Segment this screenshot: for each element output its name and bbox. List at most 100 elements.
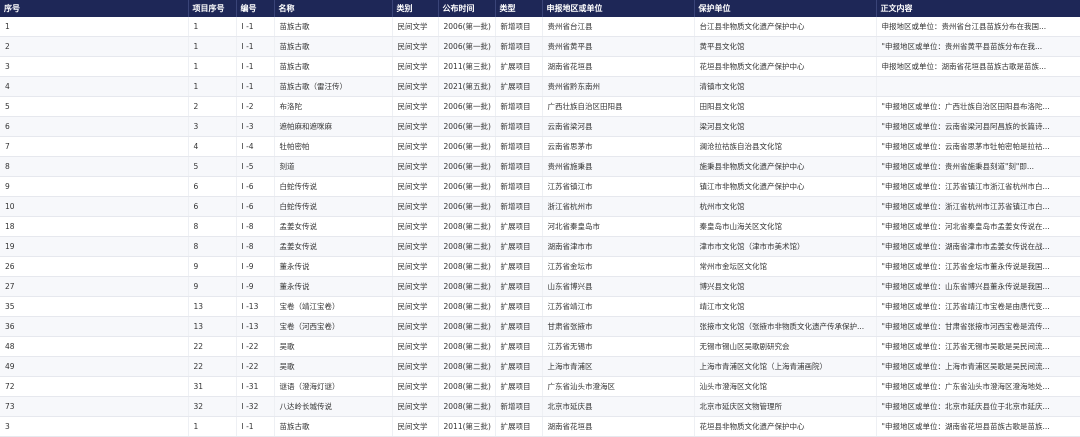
cell-category: 民间文学 bbox=[392, 136, 439, 157]
cell-protection-unit: 田阳县文化馆 bbox=[694, 96, 877, 117]
cell-index: 8 bbox=[0, 156, 189, 177]
cell-region: 江苏省无锡市 bbox=[542, 336, 695, 357]
cell-name: 白蛇传传说 bbox=[274, 176, 393, 197]
cell-protection-unit: 上海市青浦区文化馆（上海青浦画院） bbox=[694, 356, 877, 377]
cell-code: I -6 bbox=[236, 196, 275, 217]
table-row[interactable]: 11I -1 苗族古歌 民间文学 2006(第一批) 新增项目 贵州省台江县 台江县非物质文… bbox=[0, 17, 1080, 37]
cell-type: 扩展项目 bbox=[495, 276, 543, 297]
cell-region: 山东省博兴县 bbox=[542, 276, 695, 297]
cell-protection-unit: 无锡市锡山区吴歌剧研究会 bbox=[694, 336, 877, 357]
table-row[interactable]: 35 13 I -13 宝卷（靖江宝卷） 民间文学 2008(第二批) 扩展项目 江苏省靖江市… bbox=[0, 296, 1080, 317]
table-row[interactable]: 74I -4 牡帕密帕 民间文学 2006(第一批) 新增项目 云南省思茅市 澜沧拉祜族自治… bbox=[0, 136, 1080, 157]
header-col-publish-time[interactable]: 公布时间 bbox=[438, 0, 496, 17]
header-col-region[interactable]: 申报地区或单位 bbox=[542, 0, 695, 17]
cell-publish-time: 2008(第二批) bbox=[438, 216, 496, 237]
table-row[interactable]: 72 31 I -31 谜语（澄海灯谜） 民间文学 2008(第二批) 扩展项目 广东省汕头市… bbox=[0, 376, 1080, 397]
cell-index: 1 bbox=[0, 17, 189, 37]
cell-name: 孟姜女传说 bbox=[274, 216, 393, 237]
cell-name: 苗族古歌（雷汪传） bbox=[274, 76, 393, 97]
cell-content: "申报地区或单位：浙江省杭州市江苏省镇江市白... bbox=[876, 196, 1080, 217]
cell-publish-time: 2021(第五批) bbox=[438, 76, 496, 97]
header-col-category[interactable]: 类别 bbox=[392, 0, 439, 17]
table-row[interactable]: 48 22 I -22 吴歌 民间文学 2008(第二批) 扩展项目 江苏省无锡市 无锡市锡山区… bbox=[0, 336, 1080, 357]
cell-item-index: 9 bbox=[188, 276, 237, 297]
cell-item-index: 22 bbox=[188, 356, 237, 377]
cell-item-index: 4 bbox=[188, 136, 237, 157]
cell-item-index: 22 bbox=[188, 336, 237, 357]
table-row[interactable]: 19 8 I -8 孟姜女传说 民间文学 2008(第二批) 扩展项目 湖南省津市市 津市市文化… bbox=[0, 236, 1080, 257]
cell-region: 贵州省施秉县 bbox=[542, 156, 695, 177]
header-col-code[interactable]: 编号 bbox=[236, 0, 275, 17]
cell-name: 牡帕密帕 bbox=[274, 136, 393, 157]
cell-type: 扩展项目 bbox=[495, 236, 543, 257]
cell-region: 湖南省花垣县 bbox=[542, 56, 695, 77]
header-col-index[interactable]: 序号 bbox=[0, 0, 189, 17]
header-col-item-index[interactable]: 项目序号 bbox=[188, 0, 237, 17]
cell-index: 48 bbox=[0, 336, 189, 357]
table-row[interactable]: 63I -3 遮帕麻和遮咪麻 民间文学 2006(第一批) 新增项目 云南省梁河县 梁河县文… bbox=[0, 116, 1080, 137]
header-col-name[interactable]: 名称 bbox=[274, 0, 393, 17]
cell-protection-unit: 北京市延庆区文物管理所 bbox=[694, 396, 877, 417]
cell-type: 新增项目 bbox=[495, 96, 543, 117]
cell-name: 吴歌 bbox=[274, 336, 393, 357]
cell-type: 新增项目 bbox=[495, 196, 543, 217]
cell-item-index: 8 bbox=[188, 236, 237, 257]
cell-name: 孟姜女传说 bbox=[274, 236, 393, 257]
table-row[interactable]: 31I -1 苗族古歌 民间文学 2011(第三批) 扩展项目 湖南省花垣县 花垣县非物质文… bbox=[0, 56, 1080, 77]
table-row[interactable]: 36 13 I -13 宝卷（河西宝卷） 民间文学 2008(第二批) 扩展项目 甘肃省张掖市… bbox=[0, 316, 1080, 337]
table-row[interactable]: 52I -2 布洛陀 民间文学 2006(第一批) 新增项目 广西壮族自治区田阳县 田阳县文… bbox=[0, 96, 1080, 117]
cell-content: "申报地区或单位：甘肃省张掖市河西宝卷是流传... bbox=[876, 316, 1080, 337]
cell-type: 扩展项目 bbox=[495, 296, 543, 317]
cell-code: I -13 bbox=[236, 316, 275, 337]
table-row[interactable]: 27 9 I -9 董永传说 民间文学 2008(第二批) 扩展项目 山东省博兴县 博兴县文化馆… bbox=[0, 276, 1080, 297]
cell-category: 民间文学 bbox=[392, 176, 439, 197]
cell-code: I -1 bbox=[236, 17, 275, 37]
cell-item-index: 13 bbox=[188, 296, 237, 317]
cell-protection-unit: 常州市金坛区文化馆 bbox=[694, 256, 877, 277]
cell-content: "申报地区或单位：江苏省镇江市浙江省杭州市白... bbox=[876, 176, 1080, 197]
cell-name: 董永传说 bbox=[274, 276, 393, 297]
cell-index: 3 bbox=[0, 56, 189, 77]
cell-protection-unit: 杭州市文化馆 bbox=[694, 196, 877, 217]
cell-name: 宝卷（靖江宝卷） bbox=[274, 296, 393, 317]
cell-code: I -8 bbox=[236, 216, 275, 237]
cell-region: 上海市青浦区 bbox=[542, 356, 695, 377]
cell-category: 民间文学 bbox=[392, 376, 439, 397]
cell-name: 刻道 bbox=[274, 156, 393, 177]
cell-content: "申报地区或单位：江苏省靖江市宝卷是由唐代变... bbox=[876, 296, 1080, 317]
cell-content: "申报地区或单位：河北省秦皇岛市孟姜女传说在... bbox=[876, 216, 1080, 237]
cell-category: 民间文学 bbox=[392, 316, 439, 337]
cell-publish-time: 2006(第一批) bbox=[438, 156, 496, 177]
cell-region: 云南省梁河县 bbox=[542, 116, 695, 137]
table-row[interactable]: 85I -5 刻道 民间文学 2006(第一批) 新增项目 贵州省施秉县 施秉县非物质文化遗… bbox=[0, 156, 1080, 177]
cell-protection-unit: 台江县非物质文化遗产保护中心 bbox=[694, 17, 877, 37]
cell-index: 19 bbox=[0, 236, 189, 257]
cell-category: 民间文学 bbox=[392, 336, 439, 357]
header-col-protection-unit[interactable]: 保护单位 bbox=[694, 0, 877, 17]
table-row[interactable]: 73 32 I -32 八达岭长城传说 民间文学 2008(第二批) 新增项目 北京市延庆县北… bbox=[0, 396, 1080, 417]
cell-item-index: 1 bbox=[188, 17, 237, 37]
table-row[interactable]: 96I -6 白蛇传传说 民间文学 2006(第一批) 新增项目 江苏省镇江市 镇江市非物质… bbox=[0, 176, 1080, 197]
cell-category: 民间文学 bbox=[392, 36, 439, 57]
cell-index: 7 bbox=[0, 136, 189, 157]
cell-category: 民间文学 bbox=[392, 356, 439, 377]
table-row[interactable]: 26 9 I -9 董永传说 民间文学 2008(第二批) 扩展项目 江苏省金坛市 常州市金坛区… bbox=[0, 256, 1080, 277]
table-row[interactable]: 18 8 I -8 孟姜女传说 民间文学 2008(第二批) 扩展项目 河北省秦皇岛市 秦皇岛市… bbox=[0, 216, 1080, 237]
cell-item-index: 6 bbox=[188, 196, 237, 217]
table-header: 序号 项目序号 编号 名称 类别 公布时间 类型 申报地区或单位 保护单位 正文内容 bbox=[0, 0, 1080, 17]
table-row[interactable]: 21I -1 苗族古歌 民间文学 2006(第一批) 新增项目 贵州省黄平县 黄平县文化馆 "… bbox=[0, 36, 1080, 57]
header-col-type[interactable]: 类型 bbox=[495, 0, 543, 17]
cell-content: "申报地区或单位：广东省汕头市澄海区澄海地处... bbox=[876, 376, 1080, 397]
table-row[interactable]: 41I -1 苗族古歌（雷汪传） 民间文学 2021(第五批) 扩展项目 贵州省黔东南州清… bbox=[0, 76, 1080, 97]
cell-category: 民间文学 bbox=[392, 296, 439, 317]
cell-type: 新增项目 bbox=[495, 17, 543, 37]
cell-name: 董永传说 bbox=[274, 256, 393, 277]
cell-content bbox=[876, 76, 1080, 97]
header-col-content[interactable]: 正文内容 bbox=[876, 0, 1080, 17]
cell-protection-unit: 黄平县文化馆 bbox=[694, 36, 877, 57]
heritage-data-table: 序号 项目序号 编号 名称 类别 公布时间 类型 申报地区或单位 保护单位 正文内容 11I -1… bbox=[0, 0, 1080, 437]
cell-type: 扩展项目 bbox=[495, 316, 543, 337]
cell-index: 18 bbox=[0, 216, 189, 237]
table-row[interactable]: 49 22 I -22 吴歌 民间文学 2008(第二批) 扩展项目 上海市青浦区 上海市青浦区… bbox=[0, 356, 1080, 377]
table-row[interactable]: 10 6 I -6 白蛇传传说 民间文学 2006(第一批) 新增项目 浙江省杭州市 杭州市文化… bbox=[0, 196, 1080, 217]
